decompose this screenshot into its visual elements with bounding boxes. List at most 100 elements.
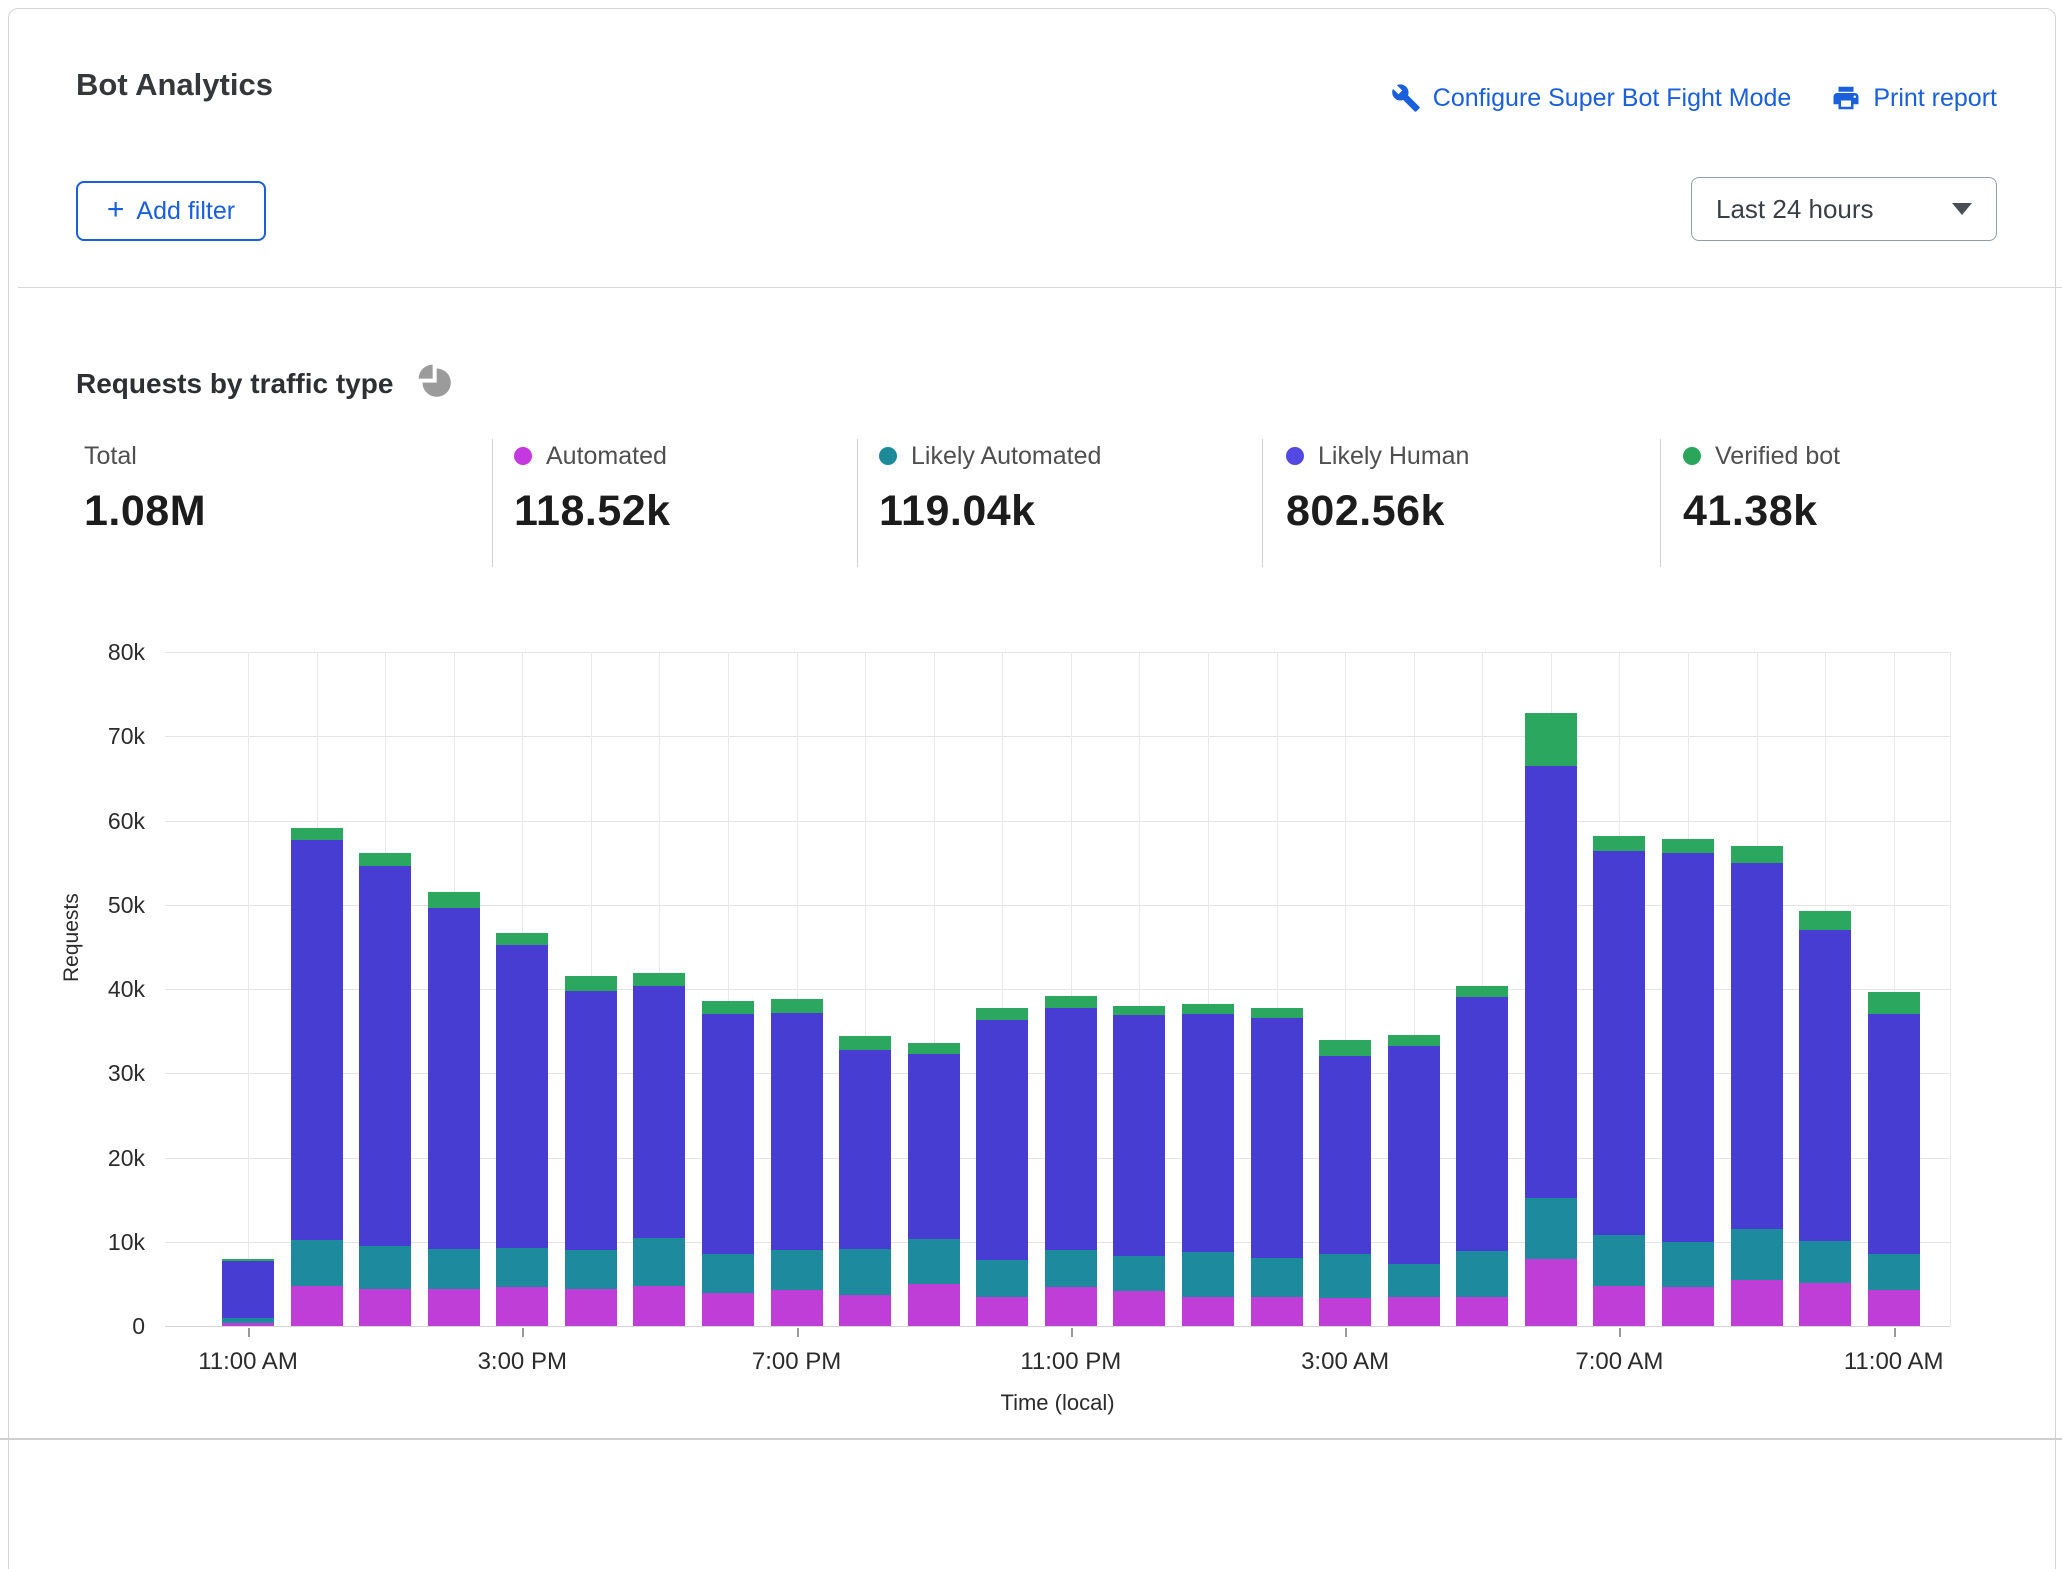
bar-segment-likely-automated[interactable] <box>702 1254 754 1294</box>
bar-segment-likely-automated[interactable] <box>496 1248 548 1288</box>
bar-segment-likely-automated[interactable] <box>1662 1242 1714 1287</box>
bar-segment-automated[interactable] <box>1045 1287 1097 1326</box>
bar-segment-likely-automated[interactable] <box>428 1249 480 1289</box>
bar-segment-verified-bot[interactable] <box>1662 839 1714 852</box>
bar-segment-verified-bot[interactable] <box>1593 836 1645 851</box>
bar-segment-automated[interactable] <box>1799 1283 1851 1326</box>
bar-segment-verified-bot[interactable] <box>222 1259 274 1261</box>
bar-segment-verified-bot[interactable] <box>702 1001 754 1014</box>
bar-segment-likely-human[interactable] <box>839 1050 891 1250</box>
bar-segment-likely-human[interactable] <box>359 866 411 1246</box>
bar-segment-likely-human[interactable] <box>1388 1046 1440 1264</box>
bar-segment-verified-bot[interactable] <box>839 1036 891 1049</box>
bar-segment-likely-automated[interactable] <box>908 1239 960 1284</box>
bar-segment-automated[interactable] <box>1525 1259 1577 1326</box>
bar-segment-likely-human[interactable] <box>771 1013 823 1251</box>
bar-segment-likely-human[interactable] <box>565 991 617 1250</box>
bar-segment-verified-bot[interactable] <box>1456 986 1508 998</box>
bar-segment-verified-bot[interactable] <box>359 853 411 866</box>
bar-segment-likely-automated[interactable] <box>359 1246 411 1289</box>
bar-segment-automated[interactable] <box>565 1289 617 1326</box>
bar-segment-verified-bot[interactable] <box>976 1008 1028 1021</box>
bar-segment-likely-automated[interactable] <box>1319 1254 1371 1298</box>
bar-segment-likely-human[interactable] <box>222 1261 274 1318</box>
bar-segment-likely-human[interactable] <box>1456 997 1508 1251</box>
bar-segment-likely-automated[interactable] <box>1868 1254 1920 1289</box>
bar-segment-likely-automated[interactable] <box>1251 1258 1303 1297</box>
bar-segment-verified-bot[interactable] <box>496 933 548 945</box>
bar-segment-likely-human[interactable] <box>1045 1008 1097 1251</box>
bar-segment-likely-human[interactable] <box>496 945 548 1247</box>
bar-segment-verified-bot[interactable] <box>1251 1008 1303 1019</box>
bar-segment-likely-human[interactable] <box>1525 766 1577 1198</box>
bar-segment-likely-automated[interactable] <box>1456 1251 1508 1297</box>
bar-segment-automated[interactable] <box>1113 1291 1165 1326</box>
bar-segment-likely-human[interactable] <box>1182 1014 1234 1252</box>
bar-segment-verified-bot[interactable] <box>565 976 617 991</box>
bar-segment-likely-automated[interactable] <box>1593 1235 1645 1286</box>
bar-segment-automated[interactable] <box>222 1323 274 1326</box>
bar-segment-likely-automated[interactable] <box>1799 1241 1851 1283</box>
bar-segment-likely-human[interactable] <box>1113 1015 1165 1256</box>
bar-segment-automated[interactable] <box>1593 1286 1645 1326</box>
bar-segment-automated[interactable] <box>1456 1297 1508 1326</box>
bar-segment-verified-bot[interactable] <box>291 828 343 840</box>
bar-segment-likely-automated[interactable] <box>222 1318 274 1323</box>
bar-segment-verified-bot[interactable] <box>1799 911 1851 930</box>
bar-segment-automated[interactable] <box>702 1293 754 1326</box>
bar-segment-likely-automated[interactable] <box>1388 1264 1440 1297</box>
bar-segment-likely-human[interactable] <box>976 1020 1028 1260</box>
bar-segment-verified-bot[interactable] <box>1731 846 1783 863</box>
bar-segment-likely-automated[interactable] <box>1731 1229 1783 1280</box>
bar-segment-likely-human[interactable] <box>1799 930 1851 1241</box>
bar-segment-verified-bot[interactable] <box>908 1043 960 1054</box>
bar-segment-verified-bot[interactable] <box>1045 996 1097 1008</box>
bar-segment-verified-bot[interactable] <box>1388 1035 1440 1046</box>
bar-segment-automated[interactable] <box>1182 1297 1234 1326</box>
bar-segment-verified-bot[interactable] <box>633 973 685 986</box>
bar-segment-automated[interactable] <box>976 1297 1028 1326</box>
bar-segment-likely-automated[interactable] <box>771 1250 823 1290</box>
bar-segment-automated[interactable] <box>908 1284 960 1326</box>
bar-segment-verified-bot[interactable] <box>1319 1040 1371 1056</box>
bar-segment-likely-human[interactable] <box>702 1014 754 1253</box>
bar-segment-automated[interactable] <box>359 1289 411 1326</box>
bar-segment-likely-human[interactable] <box>1593 851 1645 1235</box>
print-report-link[interactable]: Print report <box>1831 83 1997 113</box>
time-range-select[interactable]: Last 24 hours <box>1691 177 1997 241</box>
bar-segment-verified-bot[interactable] <box>1525 713 1577 766</box>
bar-segment-likely-automated[interactable] <box>1113 1256 1165 1291</box>
bar-segment-automated[interactable] <box>496 1287 548 1326</box>
bar-segment-automated[interactable] <box>1388 1297 1440 1326</box>
stat-verified-bot[interactable]: Verified bot41.38k <box>1683 439 1840 536</box>
add-filter-button[interactable]: + Add filter <box>76 181 266 241</box>
bar-segment-likely-human[interactable] <box>1868 1014 1920 1254</box>
bar-segment-automated[interactable] <box>428 1289 480 1326</box>
bar-segment-verified-bot[interactable] <box>771 999 823 1012</box>
bar-segment-likely-human[interactable] <box>428 908 480 1249</box>
bar-segment-likely-human[interactable] <box>291 840 343 1240</box>
bar-segment-automated[interactable] <box>1251 1297 1303 1326</box>
bar-segment-likely-human[interactable] <box>908 1054 960 1239</box>
bar-segment-likely-human[interactable] <box>1251 1018 1303 1257</box>
stat-automated[interactable]: Automated118.52k <box>514 439 671 536</box>
bar-segment-likely-human[interactable] <box>633 986 685 1238</box>
bar-segment-likely-automated[interactable] <box>291 1240 343 1285</box>
bar-segment-automated[interactable] <box>1731 1280 1783 1326</box>
bar-segment-verified-bot[interactable] <box>428 892 480 908</box>
bar-segment-automated[interactable] <box>839 1295 891 1326</box>
configure-super-bot-fight-mode-link[interactable]: Configure Super Bot Fight Mode <box>1391 83 1792 113</box>
bar-segment-likely-human[interactable] <box>1731 863 1783 1229</box>
bar-segment-likely-automated[interactable] <box>839 1249 891 1294</box>
bar-segment-likely-human[interactable] <box>1319 1056 1371 1254</box>
bar-segment-automated[interactable] <box>633 1286 685 1326</box>
bar-segment-automated[interactable] <box>771 1290 823 1326</box>
bar-segment-likely-automated[interactable] <box>1525 1198 1577 1260</box>
bar-segment-likely-automated[interactable] <box>976 1260 1028 1296</box>
bar-segment-verified-bot[interactable] <box>1182 1004 1234 1014</box>
bar-segment-automated[interactable] <box>1319 1298 1371 1326</box>
bar-segment-automated[interactable] <box>1662 1287 1714 1326</box>
bar-segment-likely-automated[interactable] <box>565 1250 617 1289</box>
bar-segment-automated[interactable] <box>1868 1290 1920 1326</box>
bar-segment-likely-automated[interactable] <box>1045 1250 1097 1287</box>
